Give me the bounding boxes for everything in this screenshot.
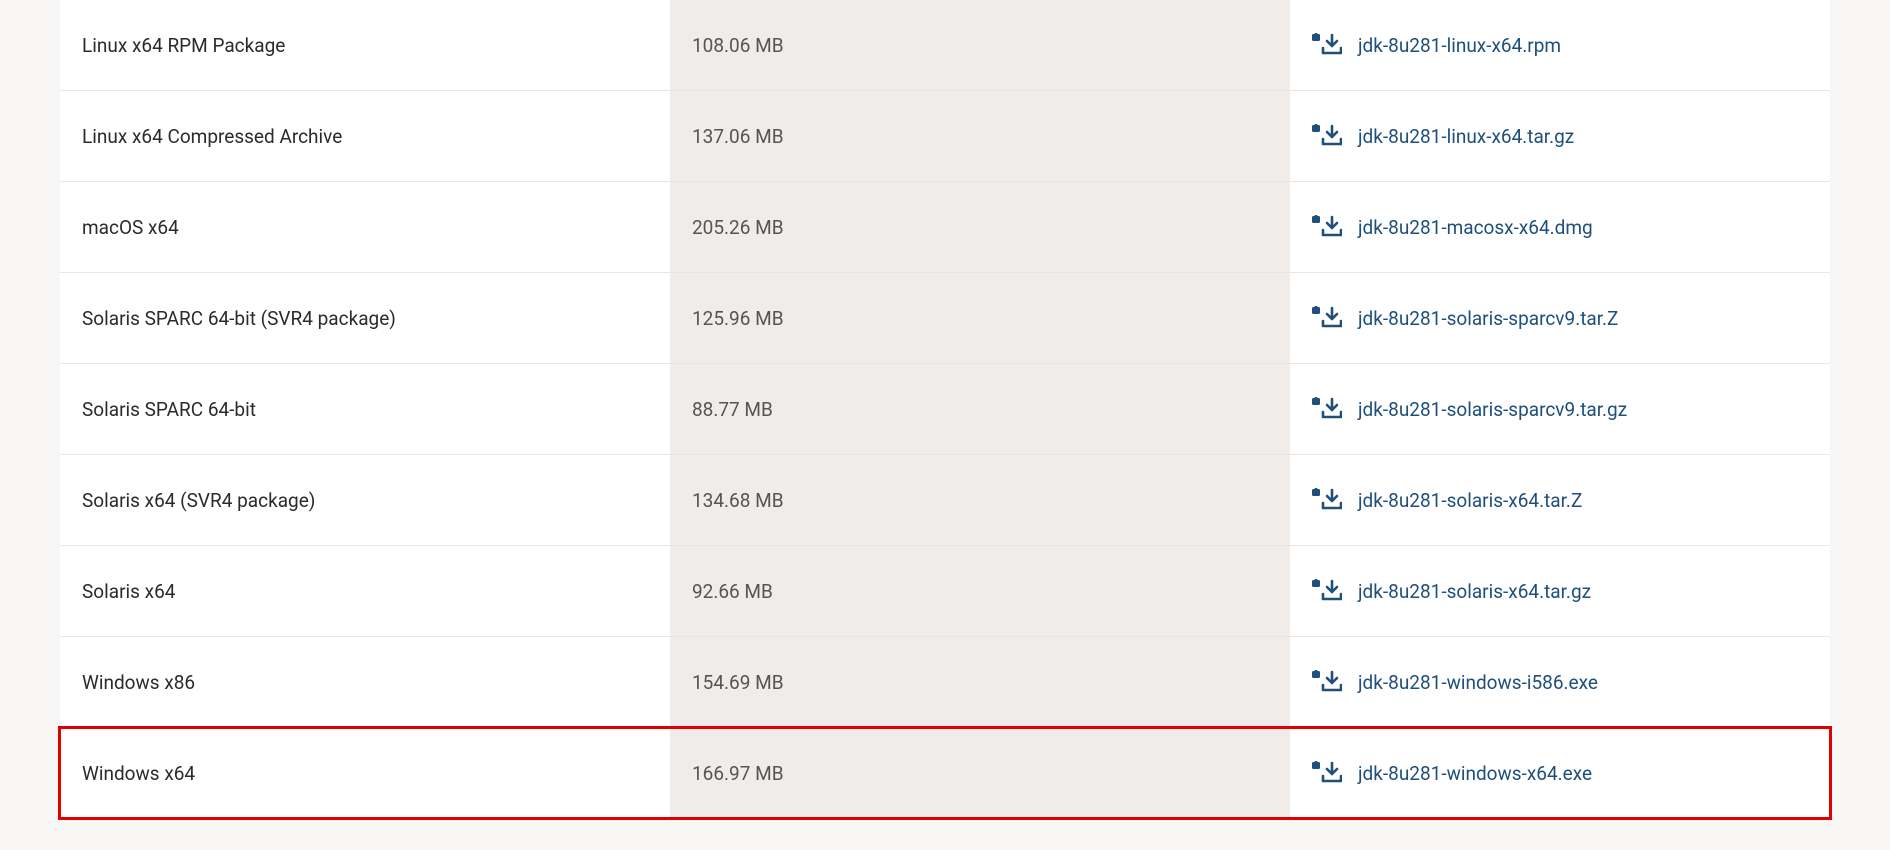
download-cell: jdk-8u281-solaris-x64.tar.Z	[1290, 455, 1830, 545]
table-row: macOS x64205.26 MB jdk-8u281-macosx-x64.…	[60, 182, 1830, 273]
download-icon	[1312, 579, 1342, 603]
table-row: Linux x64 Compressed Archive137.06 MB jd…	[60, 91, 1830, 182]
download-filename: jdk-8u281-solaris-x64.tar.gz	[1358, 580, 1591, 603]
table-row: Solaris SPARC 64-bit (SVR4 package)125.9…	[60, 273, 1830, 364]
download-icon	[1312, 124, 1342, 148]
product-name: Windows x86	[60, 637, 670, 727]
download-filename: jdk-8u281-solaris-sparcv9.tar.Z	[1358, 307, 1618, 330]
product-name: Solaris x64	[60, 546, 670, 636]
downloads-table: Linux x64 RPM Package108.06 MB jdk-8u281…	[60, 0, 1830, 818]
download-cell: jdk-8u281-linux-x64.tar.gz	[1290, 91, 1830, 181]
table-row: Linux x64 RPM Package108.06 MB jdk-8u281…	[60, 0, 1830, 91]
table-row: Solaris x64 (SVR4 package)134.68 MB jdk-…	[60, 455, 1830, 546]
download-link[interactable]: jdk-8u281-windows-i586.exe	[1312, 670, 1598, 694]
download-filename: jdk-8u281-macosx-x64.dmg	[1358, 216, 1593, 239]
product-name: Solaris SPARC 64-bit (SVR4 package)	[60, 273, 670, 363]
download-cell: jdk-8u281-solaris-sparcv9.tar.gz	[1290, 364, 1830, 454]
download-cell: jdk-8u281-solaris-x64.tar.gz	[1290, 546, 1830, 636]
download-link[interactable]: jdk-8u281-windows-x64.exe	[1312, 761, 1592, 785]
download-cell: jdk-8u281-linux-x64.rpm	[1290, 0, 1830, 90]
table-row: Windows x64166.97 MB jdk-8u281-windows-x…	[60, 728, 1830, 818]
download-filename: jdk-8u281-solaris-x64.tar.Z	[1358, 489, 1582, 512]
download-link[interactable]: jdk-8u281-solaris-x64.tar.Z	[1312, 488, 1582, 512]
file-size: 137.06 MB	[670, 91, 1290, 181]
table-row: Windows x86154.69 MB jdk-8u281-windows-i…	[60, 637, 1830, 728]
download-cell: jdk-8u281-macosx-x64.dmg	[1290, 182, 1830, 272]
download-filename: jdk-8u281-linux-x64.rpm	[1358, 34, 1561, 57]
download-link[interactable]: jdk-8u281-macosx-x64.dmg	[1312, 215, 1593, 239]
download-icon	[1312, 397, 1342, 421]
file-size: 134.68 MB	[670, 455, 1290, 545]
download-icon	[1312, 670, 1342, 694]
download-filename: jdk-8u281-linux-x64.tar.gz	[1358, 125, 1574, 148]
download-link[interactable]: jdk-8u281-linux-x64.rpm	[1312, 33, 1561, 57]
table-row: Solaris x6492.66 MB jdk-8u281-solaris-x6…	[60, 546, 1830, 637]
download-filename: jdk-8u281-windows-i586.exe	[1358, 671, 1598, 694]
file-size: 88.77 MB	[670, 364, 1290, 454]
download-link[interactable]: jdk-8u281-solaris-sparcv9.tar.Z	[1312, 306, 1618, 330]
file-size: 166.97 MB	[670, 728, 1290, 818]
download-icon	[1312, 488, 1342, 512]
product-name: macOS x64	[60, 182, 670, 272]
download-link[interactable]: jdk-8u281-linux-x64.tar.gz	[1312, 124, 1574, 148]
file-size: 205.26 MB	[670, 182, 1290, 272]
download-icon	[1312, 33, 1342, 57]
table-row: Solaris SPARC 64-bit88.77 MB jdk-8u281-s…	[60, 364, 1830, 455]
download-cell: jdk-8u281-windows-x64.exe	[1290, 728, 1830, 818]
download-cell: jdk-8u281-solaris-sparcv9.tar.Z	[1290, 273, 1830, 363]
file-size: 108.06 MB	[670, 0, 1290, 90]
download-filename: jdk-8u281-windows-x64.exe	[1358, 762, 1592, 785]
product-name: Linux x64 Compressed Archive	[60, 91, 670, 181]
file-size: 125.96 MB	[670, 273, 1290, 363]
download-cell: jdk-8u281-windows-i586.exe	[1290, 637, 1830, 727]
product-name: Windows x64	[60, 728, 670, 818]
product-name: Solaris SPARC 64-bit	[60, 364, 670, 454]
download-icon	[1312, 215, 1342, 239]
download-link[interactable]: jdk-8u281-solaris-sparcv9.tar.gz	[1312, 397, 1627, 421]
file-size: 92.66 MB	[670, 546, 1290, 636]
download-icon	[1312, 761, 1342, 785]
download-link[interactable]: jdk-8u281-solaris-x64.tar.gz	[1312, 579, 1591, 603]
product-name: Linux x64 RPM Package	[60, 0, 670, 90]
file-size: 154.69 MB	[670, 637, 1290, 727]
download-filename: jdk-8u281-solaris-sparcv9.tar.gz	[1358, 398, 1627, 421]
download-icon	[1312, 306, 1342, 330]
product-name: Solaris x64 (SVR4 package)	[60, 455, 670, 545]
